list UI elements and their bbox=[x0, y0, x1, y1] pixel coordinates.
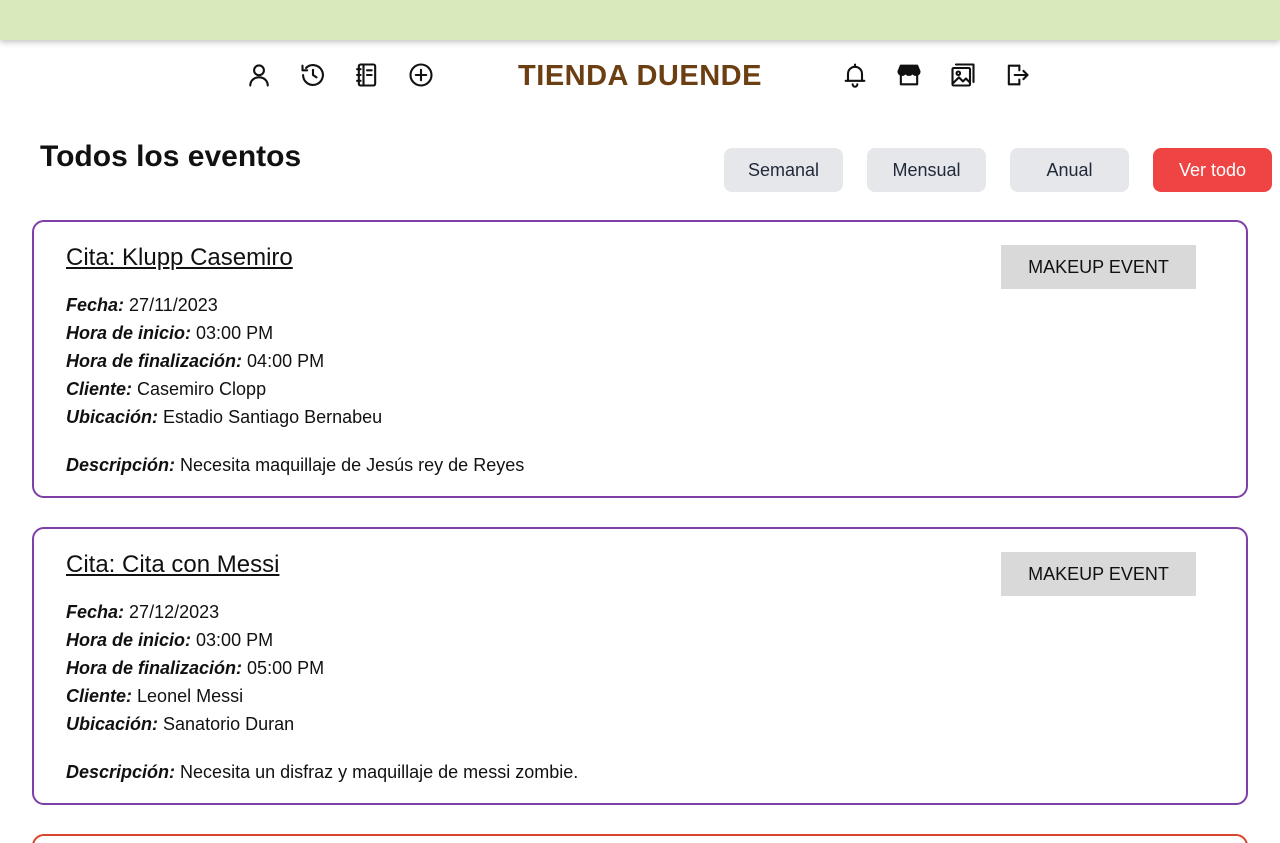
description-label: Descripción: bbox=[66, 455, 176, 475]
start-time-label: Hora de inicio: bbox=[66, 323, 192, 343]
history-icon[interactable] bbox=[298, 60, 328, 90]
filter-yearly-button[interactable]: Anual bbox=[1010, 148, 1129, 192]
date-label: Fecha: bbox=[66, 602, 125, 622]
filter-weekly-button[interactable]: Semanal bbox=[724, 148, 843, 192]
notebook-icon[interactable] bbox=[352, 60, 382, 90]
event-start-time: Hora de inicio: 03:00 PM bbox=[66, 319, 273, 347]
filter-all-button[interactable]: Ver todo bbox=[1153, 148, 1272, 192]
start-time-value: 03:00 PM bbox=[196, 630, 274, 650]
event-location: Ubicación: Sanatorio Duran bbox=[66, 710, 294, 738]
start-time-label: Hora de inicio: bbox=[66, 630, 192, 650]
bell-icon[interactable] bbox=[840, 60, 870, 90]
description-value: Necesita maquillaje de Jesús rey de Reye… bbox=[180, 455, 525, 475]
user-icon[interactable] bbox=[244, 60, 274, 90]
event-card: Cita: Klupp Casemiro MAKEUP EVENT Fecha:… bbox=[32, 220, 1248, 498]
event-type-badge: MAKEUP EVENT bbox=[1001, 552, 1196, 596]
event-description: Descripción: Necesita maquillaje de Jesú… bbox=[66, 451, 524, 479]
location-value: Estadio Santiago Bernabeu bbox=[163, 407, 383, 427]
end-time-label: Hora de finalización: bbox=[66, 351, 243, 371]
event-client: Cliente: Casemiro Clopp bbox=[66, 375, 266, 403]
client-label: Cliente: bbox=[66, 379, 133, 399]
event-start-time: Hora de inicio: 03:00 PM bbox=[66, 626, 273, 654]
event-card-partial bbox=[32, 834, 1248, 843]
end-time-value: 05:00 PM bbox=[247, 658, 325, 678]
location-label: Ubicación: bbox=[66, 407, 159, 427]
brand-title[interactable]: TIENDA DUENDE bbox=[480, 60, 800, 93]
event-end-time: Hora de finalización: 04:00 PM bbox=[66, 347, 324, 375]
gallery-icon[interactable] bbox=[948, 60, 978, 90]
add-circle-icon[interactable] bbox=[406, 60, 436, 90]
event-type-badge: MAKEUP EVENT bbox=[1001, 245, 1196, 289]
event-title[interactable]: Cita: Cita con Messi bbox=[66, 551, 279, 579]
store-icon[interactable] bbox=[894, 60, 924, 90]
event-end-time: Hora de finalización: 05:00 PM bbox=[66, 654, 324, 682]
start-time-value: 03:00 PM bbox=[196, 323, 274, 343]
logout-icon[interactable] bbox=[1002, 60, 1032, 90]
date-label: Fecha: bbox=[66, 295, 125, 315]
end-time-label: Hora de finalización: bbox=[66, 658, 243, 678]
location-label: Ubicación: bbox=[66, 714, 159, 734]
page-title: Todos los eventos bbox=[40, 140, 302, 173]
filter-monthly-button[interactable]: Mensual bbox=[867, 148, 986, 192]
event-date: Fecha: 27/12/2023 bbox=[66, 598, 219, 626]
description-value: Necesita un disfraz y maquillaje de mess… bbox=[180, 762, 579, 782]
date-value: 27/12/2023 bbox=[129, 602, 220, 622]
event-card: Cita: Cita con Messi MAKEUP EVENT Fecha:… bbox=[32, 527, 1248, 805]
client-value: Leonel Messi bbox=[137, 686, 244, 706]
description-label: Descripción: bbox=[66, 762, 176, 782]
event-title[interactable]: Cita: Klupp Casemiro bbox=[66, 244, 293, 272]
location-value: Sanatorio Duran bbox=[163, 714, 295, 734]
client-label: Cliente: bbox=[66, 686, 133, 706]
date-value: 27/11/2023 bbox=[129, 295, 218, 315]
event-description: Descripción: Necesita un disfraz y maqui… bbox=[66, 758, 578, 786]
event-date: Fecha: 27/11/2023 bbox=[66, 291, 218, 319]
end-time-value: 04:00 PM bbox=[247, 351, 325, 371]
client-value: Casemiro Clopp bbox=[137, 379, 267, 399]
event-client: Cliente: Leonel Messi bbox=[66, 682, 243, 710]
event-location: Ubicación: Estadio Santiago Bernabeu bbox=[66, 403, 382, 431]
top-banner bbox=[0, 0, 1280, 40]
